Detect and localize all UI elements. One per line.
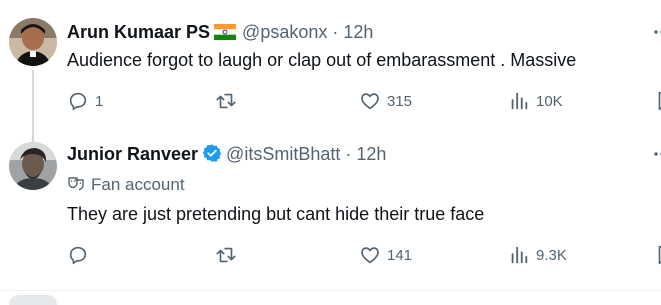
tweet-text: Audience forgot to laugh or clap out of … — [67, 50, 577, 70]
retweet-button[interactable] — [215, 243, 243, 267]
verified-badge-icon — [202, 143, 222, 168]
handle[interactable]: @psakonx — [242, 22, 327, 42]
tweet-divider — [0, 290, 661, 291]
theater-masks-icon — [68, 177, 84, 191]
tweet-header: Arun Kumaar PS @psakonx · 12h — [67, 21, 373, 45]
timestamp[interactable]: 12h — [343, 22, 373, 42]
fan-account-label: Fan account — [67, 174, 185, 196]
like-count: 315 — [387, 92, 413, 110]
reply-button[interactable]: 1 — [67, 89, 103, 113]
timestamp[interactable]: 12h — [356, 144, 386, 164]
heart-icon — [361, 93, 379, 110]
action-bar: 1 315 10K — [67, 89, 661, 113]
views-icon — [511, 92, 528, 110]
display-name[interactable]: Junior Ranveer — [67, 144, 198, 164]
reply-button[interactable] — [67, 243, 95, 267]
like-button[interactable]: 141 — [359, 243, 412, 267]
avatar[interactable] — [9, 18, 57, 66]
reply-icon — [69, 246, 87, 265]
separator: · — [345, 144, 352, 164]
retweet-icon — [216, 247, 236, 263]
view-count: 10K — [536, 92, 563, 110]
reply-icon — [69, 92, 87, 111]
bookmark-icon — [658, 245, 661, 265]
avatar[interactable] — [9, 142, 57, 190]
more-options-icon[interactable] — [652, 22, 661, 47]
retweet-button[interactable] — [215, 89, 243, 113]
display-name[interactable]: Arun Kumaar PS — [67, 22, 210, 42]
view-count: 9.3K — [536, 246, 567, 264]
bookmark-button[interactable] — [655, 89, 661, 113]
india-flag-icon — [214, 23, 237, 45]
thread-line — [32, 70, 34, 142]
views-button[interactable]: 9.3K — [508, 243, 567, 267]
tweet-header: Junior Ranveer @itsSmitBhatt · 12h — [67, 143, 386, 168]
views-icon — [511, 246, 528, 264]
bookmark-icon — [658, 91, 661, 111]
label-text: Fan account — [91, 175, 185, 194]
tweet-text: They are just pretending but cant hide t… — [67, 204, 485, 224]
tweet[interactable]: Arun Kumaar PS @psakonx · 12h Audience fo… — [0, 0, 661, 142]
like-button[interactable]: 315 — [359, 89, 412, 113]
retweet-icon — [216, 93, 236, 109]
next-tweet-avatar-edge — [9, 295, 57, 305]
tweet[interactable]: Junior Ranveer @itsSmitBhatt · 12h Fan ac… — [0, 142, 661, 288]
heart-icon — [361, 247, 379, 264]
action-bar: 141 9.3K — [67, 243, 661, 267]
reply-count: 1 — [95, 92, 104, 110]
separator: · — [332, 22, 339, 42]
handle[interactable]: @itsSmitBhatt — [226, 144, 340, 164]
views-button[interactable]: 10K — [508, 89, 563, 113]
more-options-icon[interactable] — [652, 144, 661, 169]
like-count: 141 — [387, 246, 413, 264]
bookmark-button[interactable] — [655, 243, 661, 267]
